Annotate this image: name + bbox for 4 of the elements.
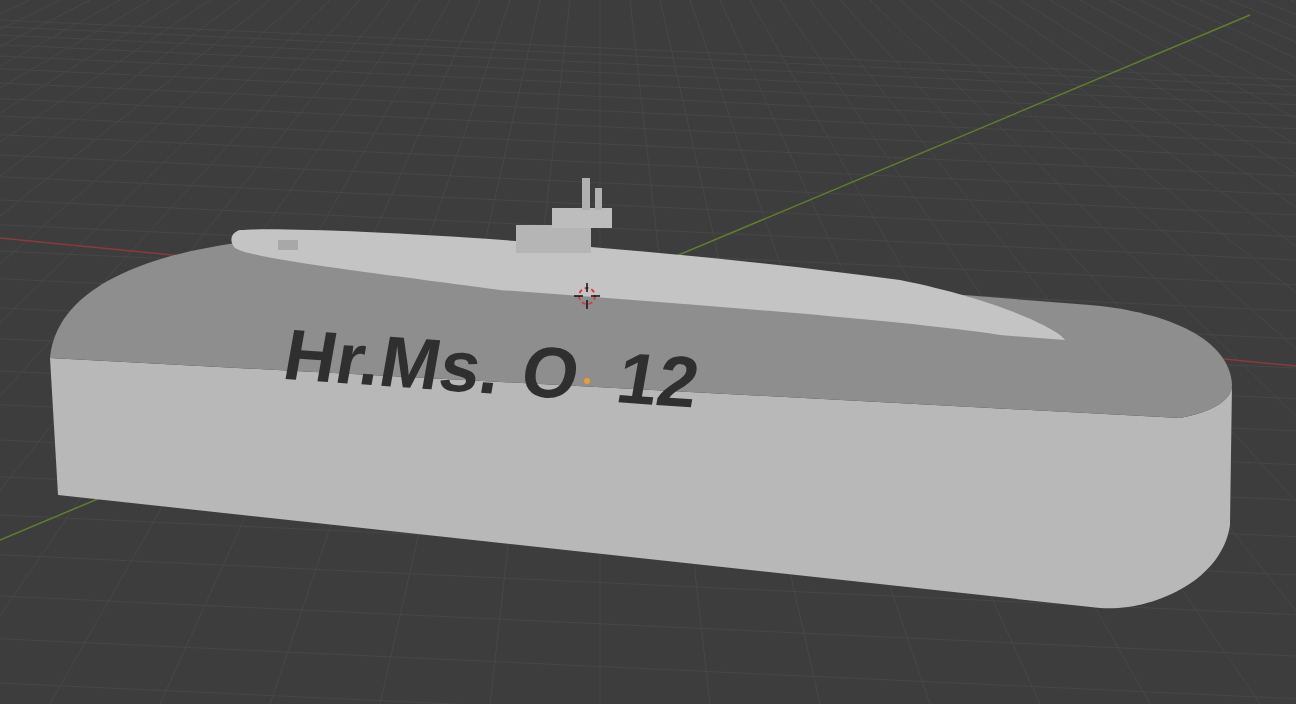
engraved-model-text: O <box>516 334 585 411</box>
3d-cursor-icon <box>574 283 600 309</box>
engraved-model-text: Hr.Ms. <box>278 318 507 405</box>
engraved-model-text: 12 <box>612 341 705 419</box>
